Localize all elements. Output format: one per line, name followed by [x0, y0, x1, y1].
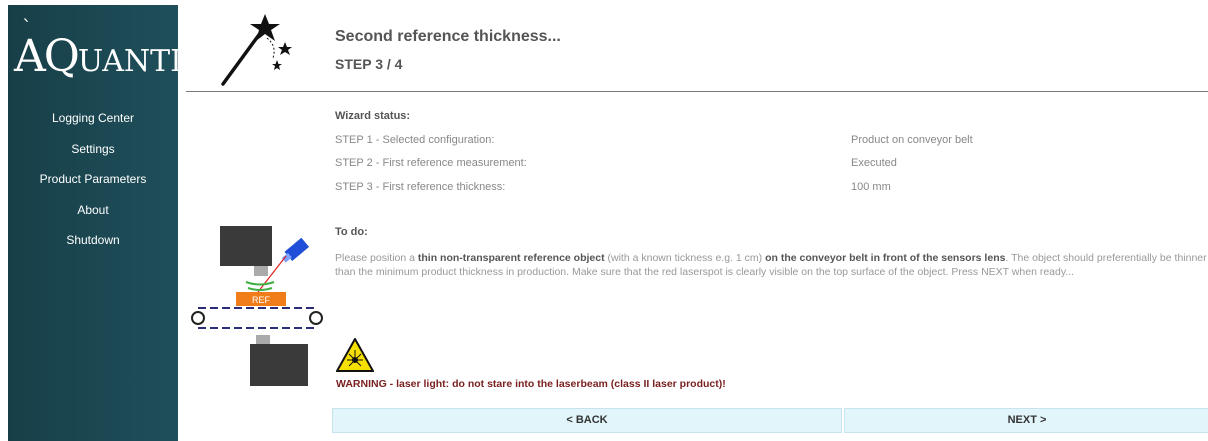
aquantis-logo: ` AQUANTIS — [8, 5, 203, 95]
belt-roller-left — [191, 311, 205, 325]
sidebar: ` AQUANTIS Logging Center Settings Produ… — [8, 5, 203, 441]
belt-roller-right — [309, 311, 323, 325]
step-indicator: STEP 3 / 4 — [335, 56, 403, 72]
nav-logging-center[interactable]: Logging Center — [8, 103, 178, 134]
todo-instructions: Please position a thin non-transparent r… — [335, 251, 1208, 297]
sensor-housing-top — [220, 226, 272, 266]
status-value-3: 100 mm — [851, 181, 891, 193]
nav-settings[interactable]: Settings — [8, 134, 178, 165]
laser-warning-icon — [336, 338, 374, 372]
next-button[interactable]: NEXT > — [844, 408, 1208, 433]
todo-bold-1: thin non-transparent reference object — [417, 252, 605, 264]
logo-text: AQUANTIS — [14, 35, 203, 84]
todo-text-1: Please position a — [335, 252, 418, 264]
sensor-lens — [254, 266, 268, 276]
status-label-3: STEP 3 - First reference thickness: — [335, 181, 506, 193]
back-button[interactable]: < BACK — [332, 408, 842, 433]
sensor-housing-bottom — [250, 344, 308, 386]
ref-label: REF — [252, 295, 271, 305]
todo-text-2: (with a known tickness e.g. 1 cm) — [604, 252, 766, 264]
todo-bold-2: on the conveyor belt in front of the sen… — [765, 252, 1006, 264]
nav-about[interactable]: About — [8, 195, 178, 226]
wizard-status-heading: Wizard status: — [335, 110, 411, 122]
sidebar-nav: Logging Center Settings Product Paramete… — [8, 103, 178, 256]
status-label-1: STEP 1 - Selected configuration: — [335, 134, 495, 146]
nav-product-parameters[interactable]: Product Parameters — [8, 164, 178, 195]
logo-main: AQ — [14, 31, 80, 82]
header-divider — [186, 91, 1208, 92]
magic-wand-icon — [221, 14, 292, 86]
page-title: Second reference thickness... — [335, 28, 561, 45]
laser-pointer-icon — [281, 237, 310, 263]
nav-shutdown[interactable]: Shutdown — [8, 225, 178, 256]
logo-rest: UANTIS — [77, 44, 203, 79]
status-label-2: STEP 2 - First reference measurement: — [335, 157, 527, 169]
laser-warning-text: WARNING - laser light: do not stare into… — [336, 378, 726, 390]
sensor-conveyor-illustration: REF — [191, 226, 323, 386]
status-value-2: Executed — [851, 157, 897, 169]
todo-heading: To do: — [335, 226, 368, 238]
status-value-1: Product on conveyor belt — [851, 134, 973, 146]
